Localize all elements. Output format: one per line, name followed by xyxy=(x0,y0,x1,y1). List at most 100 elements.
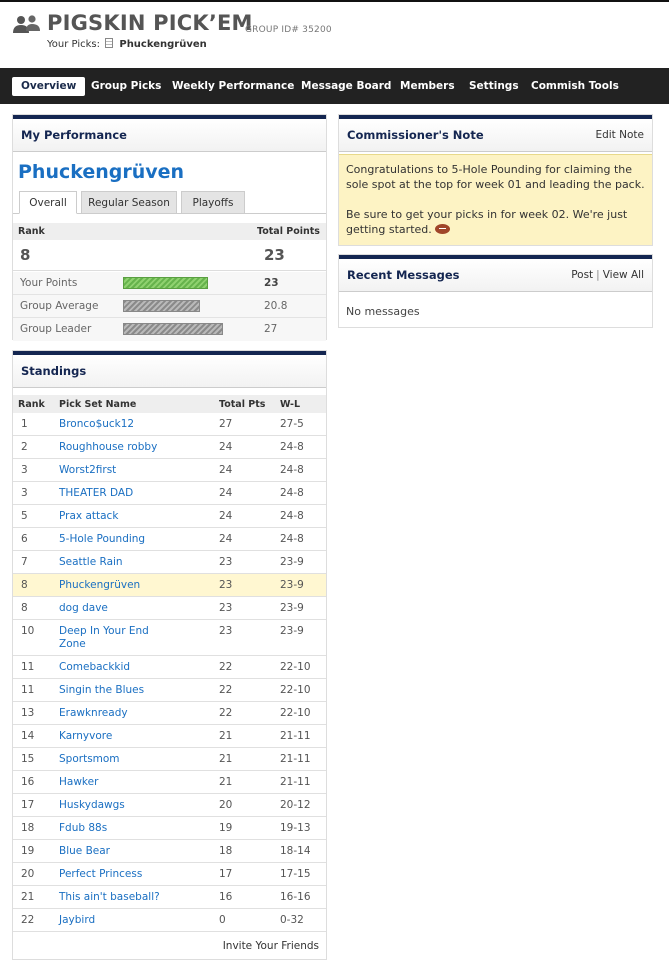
standings-pick-set-link[interactable]: THEATER DAD xyxy=(59,487,169,500)
standings-rank: 20 xyxy=(21,868,35,880)
col-pick-set-name: Pick Set Name xyxy=(59,399,137,410)
nav-commish-tools[interactable]: Commish Tools xyxy=(522,77,628,96)
nav-group-picks[interactable]: Group Picks xyxy=(82,77,170,96)
nav-weekly-performance[interactable]: Weekly Performance xyxy=(163,77,303,96)
note-paragraph-2: Be sure to get your picks in for week 02… xyxy=(346,208,628,236)
standings-pick-set-link[interactable]: Sportsmom xyxy=(59,753,169,766)
total-points-header: Total Points xyxy=(257,226,320,237)
standings-pick-set-link[interactable]: 5-Hole Pounding xyxy=(59,533,169,546)
standings-rank: 15 xyxy=(21,753,35,765)
nav-members[interactable]: Members xyxy=(391,77,464,96)
separator: | xyxy=(596,269,600,281)
standings-pick-set-link[interactable]: Phuckengrüven xyxy=(59,579,169,592)
your-picks-link[interactable]: Phuckengrüven xyxy=(119,39,206,50)
invite-friends-link[interactable]: Invite Your Friends xyxy=(223,940,319,952)
tab-overall[interactable]: Overall xyxy=(19,191,77,214)
standings-rank: 19 xyxy=(21,845,35,857)
standings-row: 6 5-Hole Pounding 24 24-8 xyxy=(13,528,326,551)
standings-pick-set-link[interactable]: Singin the Blues xyxy=(59,684,169,697)
standings-pick-set-link[interactable]: Perfect Princess xyxy=(59,868,169,881)
standings-pick-set-link[interactable]: Fdub 88s xyxy=(59,822,169,835)
standings-wl: 23-9 xyxy=(280,556,304,568)
note-paragraph-2-wrap: Be sure to get your picks in for week 02… xyxy=(346,207,645,237)
window-top-border xyxy=(0,0,669,2)
standings-row: 8 Phuckengrüven 23 23-9 xyxy=(13,574,326,597)
standings-pick-set-link[interactable]: Huskydawgs xyxy=(59,799,169,812)
total-points-value: 23 xyxy=(264,246,285,264)
pick-sheet-icon[interactable] xyxy=(105,38,114,48)
standings-wl: 22-10 xyxy=(280,707,311,719)
standings-total-pts: 21 xyxy=(219,730,233,742)
standings-row: 7 Seattle Rain 23 23-9 xyxy=(13,551,326,574)
tab-playoffs[interactable]: Playoffs xyxy=(181,191,245,214)
standings-pick-set-link[interactable]: Erawknready xyxy=(59,707,169,720)
standings-wl: 24-8 xyxy=(280,487,304,499)
edit-note-link[interactable]: Edit Note xyxy=(595,119,644,152)
standings-pick-set-link[interactable]: Comebackkid xyxy=(59,661,169,674)
standings-total-pts: 23 xyxy=(219,602,233,614)
commissioners-note-body: Congratulations to 5-Hole Pounding for c… xyxy=(339,154,652,245)
nav-overview[interactable]: Overview xyxy=(12,77,86,96)
standings-rows: 1 Bronco$uck12 27 27-5 2 Roughhouse robby 24 24… xyxy=(13,413,326,932)
standings-rank: 2 xyxy=(21,441,28,453)
commissioners-note-panel: Commissioner's Note Edit Note Congratula… xyxy=(338,114,653,246)
standings-total-pts: 24 xyxy=(219,487,233,499)
standings-wl: 0-32 xyxy=(280,914,304,926)
standings-pick-set-link[interactable]: Blue Bear xyxy=(59,845,169,858)
nav-message-board[interactable]: Message Board xyxy=(292,77,400,96)
my-performance-heading: My Performance xyxy=(13,119,326,152)
standings-total-pts: 20 xyxy=(219,799,233,811)
standings-wl: 21-11 xyxy=(280,730,311,742)
standings-wl: 22-10 xyxy=(280,661,311,673)
nav-settings[interactable]: Settings xyxy=(460,77,528,96)
standings-row: 11 Singin the Blues 22 22-10 xyxy=(13,679,326,702)
tab-regular-season[interactable]: Regular Season xyxy=(81,191,177,214)
standings-wl: 24-8 xyxy=(280,441,304,453)
post-message-link[interactable]: Post xyxy=(571,269,593,281)
standings-row: 3 THEATER DAD 24 24-8 xyxy=(13,482,326,505)
standings-wl: 18-14 xyxy=(280,845,311,857)
standings-row: 17 Huskydawgs 20 20-12 xyxy=(13,794,326,817)
standings-wl: 23-9 xyxy=(280,579,304,591)
standings-total-pts: 24 xyxy=(219,464,233,476)
standings-total-pts: 22 xyxy=(219,684,233,696)
standings-row: 16 Hawker 21 21-11 xyxy=(13,771,326,794)
commissioners-note-heading: Commissioner's Note Edit Note xyxy=(339,119,652,152)
standings-pick-set-link[interactable]: Worst2first xyxy=(59,464,169,477)
standings-pick-set-link[interactable]: Hawker xyxy=(59,776,169,789)
standings-pick-set-link[interactable]: Seattle Rain xyxy=(59,556,169,569)
standings-pick-set-link[interactable]: dog dave xyxy=(59,602,169,615)
standings-total-pts: 24 xyxy=(219,510,233,522)
standings-rank: 3 xyxy=(21,487,28,499)
standings-row: 22 Jaybird 0 0-32 xyxy=(13,909,326,932)
standings-total-pts: 22 xyxy=(219,707,233,719)
standings-pick-set-link[interactable]: This ain't baseball? xyxy=(59,891,169,904)
standings-row: 11 Comebackkid 22 22-10 xyxy=(13,656,326,679)
performance-header-row: Rank Total Points xyxy=(13,223,326,240)
your-points-row: Your Points 23 xyxy=(13,272,326,295)
no-messages-text: No messages xyxy=(346,305,420,318)
standings-wl: 24-8 xyxy=(280,510,304,522)
view-all-messages-link[interactable]: View All xyxy=(603,269,644,281)
col-wl: W-L xyxy=(280,399,301,410)
standings-rank: 6 xyxy=(21,533,28,545)
standings-rank: 11 xyxy=(21,684,35,696)
group-leader-bar xyxy=(123,323,223,335)
group-people-icon xyxy=(13,15,40,33)
commissioners-note-title: Commissioner's Note xyxy=(347,128,484,142)
standings-wl: 27-5 xyxy=(280,418,304,430)
standings-rank: 8 xyxy=(21,579,28,591)
standings-pick-set-link[interactable]: Deep In Your End Zone xyxy=(59,625,169,651)
standings-pick-set-link[interactable]: Prax attack xyxy=(59,510,169,523)
standings-rank: 13 xyxy=(21,707,35,719)
standings-pick-set-link[interactable]: Karnyvore xyxy=(59,730,169,743)
standings-rank: 1 xyxy=(21,418,28,430)
standings-rank: 5 xyxy=(21,510,28,522)
standings-row: 5 Prax attack 24 24-8 xyxy=(13,505,326,528)
standings-pick-set-link[interactable]: Roughhouse robby xyxy=(59,441,169,454)
recent-messages-title: Recent Messages xyxy=(347,268,460,282)
standings-rank: 14 xyxy=(21,730,35,742)
standings-pick-set-link[interactable]: Bronco$uck12 xyxy=(59,418,169,431)
standings-pick-set-link[interactable]: Jaybird xyxy=(59,914,169,927)
standings-rank: 11 xyxy=(21,661,35,673)
